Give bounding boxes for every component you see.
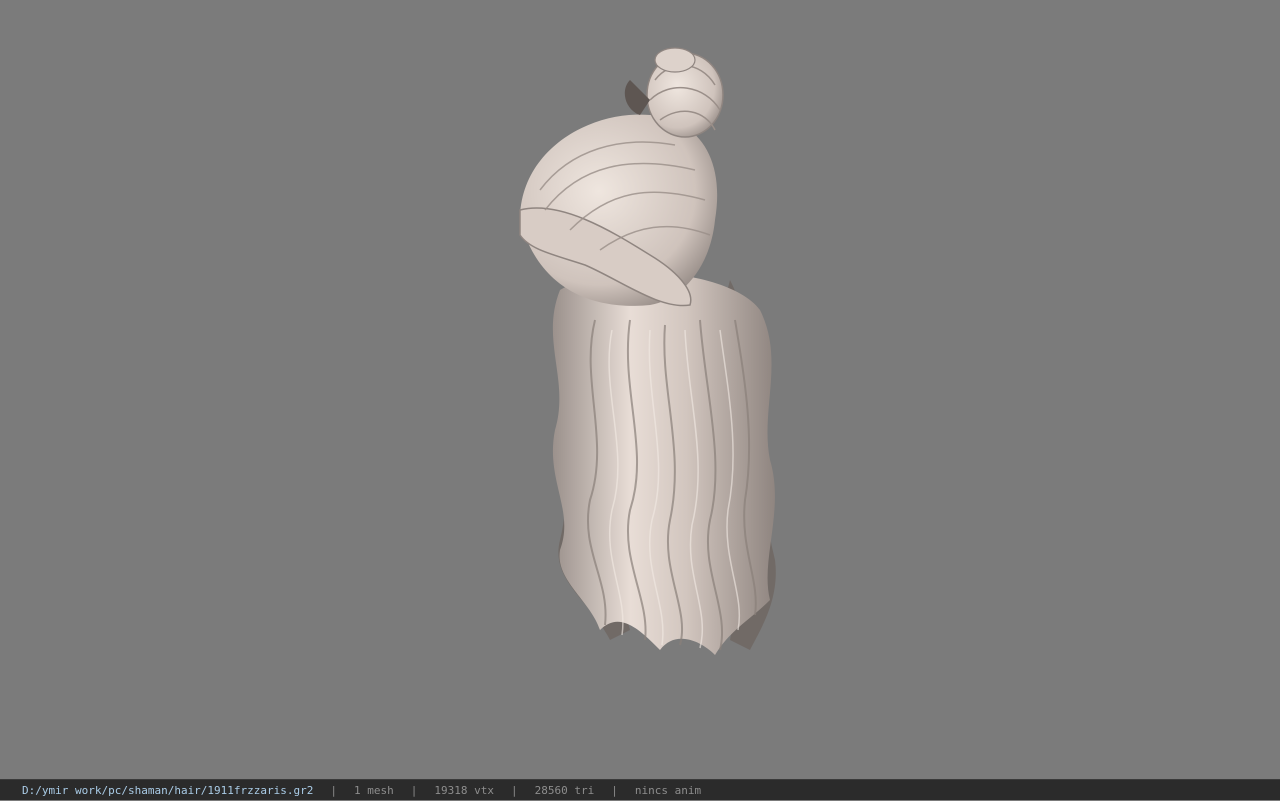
vertex-count: 19318 vtx — [434, 783, 495, 797]
separator: | — [410, 783, 418, 797]
3d-viewport[interactable] — [0, 0, 1280, 779]
hair-model[interactable] — [500, 40, 800, 670]
separator: | — [330, 783, 338, 797]
file-path: D:/ymir work/pc/shaman/hair/1911frzzaris… — [22, 783, 314, 797]
mesh-count: 1 mesh — [354, 783, 394, 797]
separator: | — [511, 783, 518, 797]
triangle-count: 28560 tri — [534, 783, 595, 797]
status-bar: D:/ymir work/pc/shaman/hair/1911frzzaris… — [0, 779, 1280, 800]
animation-status: nincs anim — [634, 783, 702, 797]
separator: | — [611, 783, 618, 797]
